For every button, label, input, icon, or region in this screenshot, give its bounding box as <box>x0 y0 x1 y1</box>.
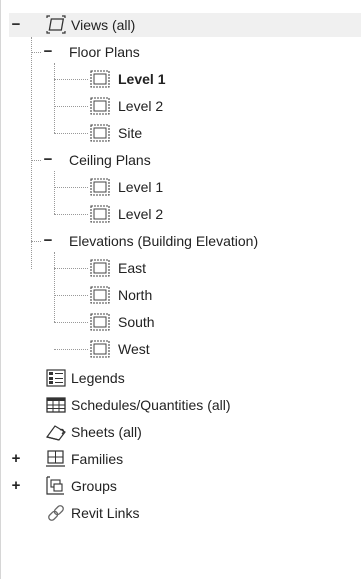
tree-node-label: East <box>118 260 147 276</box>
tree-node-elevation-north[interactable]: North <box>89 282 152 308</box>
view-icon <box>89 69 111 89</box>
tree-node-label: Families <box>71 451 124 467</box>
tree-node-label: North <box>118 287 153 303</box>
tree-node-label: Revit Links <box>71 505 140 521</box>
project-browser-panel: − Views (all) − Floor Plans Level 1 Leve… <box>0 0 363 579</box>
tree-connector <box>54 349 88 350</box>
view-icon <box>89 285 111 305</box>
tree-node-label: Elevations (Building Elevation) <box>69 233 259 249</box>
tree-node-label: Groups <box>71 478 117 494</box>
tree-node-label: Level 2 <box>118 206 164 222</box>
view-icon <box>89 177 111 197</box>
tree-node-ceiling-plan-level-2[interactable]: Level 2 <box>89 201 163 227</box>
tree-connector <box>54 187 88 188</box>
tree-connector <box>54 63 55 133</box>
legend-icon <box>45 368 67 388</box>
tree-connector <box>54 79 88 80</box>
tree-connector <box>54 133 88 134</box>
view-icon <box>89 96 111 116</box>
tree-node-elevations[interactable]: Elevations (Building Elevation) <box>69 228 258 254</box>
collapse-toggle-floor-plans[interactable]: − <box>42 44 54 59</box>
tree-node-ceiling-plan-level-1[interactable]: Level 1 <box>89 174 163 200</box>
collapse-toggle-views[interactable]: − <box>10 17 22 32</box>
tree-connector <box>54 295 88 296</box>
tree-node-sheets[interactable]: Sheets (all) <box>45 419 142 445</box>
tree-node-label: West <box>118 341 150 357</box>
view-icon <box>89 339 111 359</box>
tree-node-label: Floor Plans <box>69 44 140 60</box>
groups-icon <box>45 476 67 496</box>
expand-toggle-groups[interactable]: + <box>10 478 22 493</box>
view-icon <box>89 312 111 332</box>
tree-node-revit-links[interactable]: Revit Links <box>45 500 139 526</box>
tree-connector <box>54 268 88 269</box>
tree-node-floor-plan-site[interactable]: Site <box>89 120 142 146</box>
tree-node-label: Views (all) <box>71 17 136 33</box>
collapse-toggle-elevations[interactable]: − <box>42 233 54 248</box>
tree-node-elevation-south[interactable]: South <box>89 309 155 335</box>
tree-node-legends[interactable]: Legends <box>45 365 125 391</box>
tree-node-label: Site <box>118 125 143 141</box>
tree-node-label: Level 2 <box>118 98 164 114</box>
link-icon <box>45 503 67 523</box>
tree-node-label: Ceiling Plans <box>69 152 151 168</box>
tree-node-elevation-west[interactable]: West <box>89 336 150 362</box>
expand-toggle-families[interactable]: + <box>10 451 22 466</box>
tree-connector <box>31 37 32 269</box>
tree-node-floor-plan-level-2[interactable]: Level 2 <box>89 93 163 119</box>
tree-connector <box>54 214 88 215</box>
sheet-icon <box>45 422 67 442</box>
tree-connector <box>31 52 41 53</box>
tree-node-label: Sheets (all) <box>71 424 142 440</box>
schedule-icon <box>45 395 67 415</box>
tree-node-views-all[interactable]: Views (all) <box>45 12 135 38</box>
tree-node-label: Level 1 <box>118 71 166 87</box>
tree-node-groups[interactable]: Groups <box>45 473 117 499</box>
tree-node-label: South <box>118 314 155 330</box>
view-icon <box>89 258 111 278</box>
tree-node-ceiling-plans[interactable]: Ceiling Plans <box>69 147 151 173</box>
tree-connector <box>54 322 88 323</box>
tree-connector <box>54 171 55 214</box>
collapse-toggle-ceiling-plans[interactable]: − <box>42 152 54 167</box>
tree-node-label: Schedules/Quantities (all) <box>71 397 231 413</box>
tree-node-floor-plan-level-1[interactable]: Level 1 <box>89 66 165 92</box>
tree-connector <box>54 106 88 107</box>
views-icon <box>45 15 67 35</box>
view-icon <box>89 123 111 143</box>
tree-connector <box>31 160 41 161</box>
tree-node-families[interactable]: Families <box>45 446 123 472</box>
families-icon <box>45 449 67 469</box>
tree-node-label: Level 1 <box>118 179 164 195</box>
tree-node-floor-plans[interactable]: Floor Plans <box>69 39 140 65</box>
tree-node-elevation-east[interactable]: East <box>89 255 146 281</box>
tree-node-schedules[interactable]: Schedules/Quantities (all) <box>45 392 231 418</box>
tree-connector <box>31 241 41 242</box>
tree-connector <box>54 252 55 322</box>
tree-node-label: Legends <box>71 370 125 386</box>
view-icon <box>89 204 111 224</box>
